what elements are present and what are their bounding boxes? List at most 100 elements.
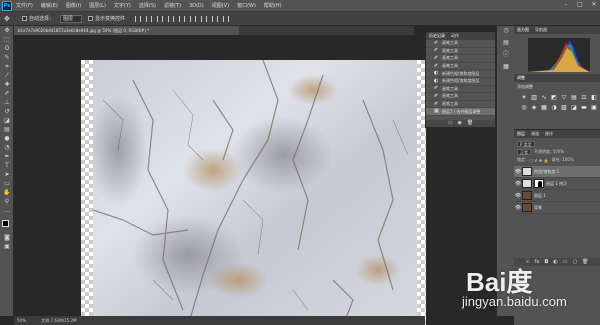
menu-image[interactable]: 图像(I) (66, 2, 81, 9)
menu-layer[interactable]: 图层(L) (89, 2, 106, 9)
auto-select-checkbox[interactable] (22, 16, 27, 21)
document-tab[interactable]: b1e7e7a9020b4d1857a3e0c8e944.jpg @ 50% (… (14, 26, 239, 35)
hue-saturation-icon[interactable]: ▤ (570, 94, 578, 102)
visibility-eye-icon[interactable]: 👁 (514, 205, 522, 211)
type-tool-icon[interactable]: T (0, 161, 14, 170)
brightness-icon[interactable]: ☀ (520, 94, 528, 102)
quick-select-tool-icon[interactable]: ✎ (0, 53, 14, 62)
eraser-tool-icon[interactable]: ◪ (0, 116, 14, 125)
move-tool-icon[interactable]: ✥ (4, 14, 16, 24)
more-tools-icon[interactable]: … (0, 206, 14, 215)
foreground-color-swatch[interactable] (2, 220, 9, 227)
marquee-tool-icon[interactable]: ⬚ (0, 35, 14, 44)
visibility-eye-icon[interactable]: 👁 (514, 181, 522, 187)
photo-filter-icon[interactable]: ◎ (520, 104, 528, 112)
channel-mixer-icon[interactable]: ◈ (530, 104, 538, 112)
quick-mask-icon[interactable]: ◙ (0, 233, 14, 242)
pen-tool-icon[interactable]: ✒ (0, 152, 14, 161)
path-select-tool-icon[interactable]: ➤ (0, 170, 14, 179)
tab-histogram[interactable]: 直方图 (517, 26, 529, 34)
selective-color-icon[interactable]: ▣ (590, 104, 598, 112)
tab-history[interactable]: 历史记录 (429, 32, 445, 40)
tab-adjustments[interactable]: 调整 (517, 74, 525, 82)
maximize-icon[interactable]: □ (576, 1, 584, 9)
opacity-field[interactable]: 不透明度: 100% (534, 149, 564, 155)
healing-brush-tool-icon[interactable]: ✚ (0, 80, 14, 89)
posterize-icon[interactable]: ▨ (560, 104, 568, 112)
invert-icon[interactable]: ◑ (550, 104, 558, 112)
history-brush-tool-icon[interactable]: ↺ (0, 107, 14, 116)
vibrance-icon[interactable]: ▽ (560, 94, 568, 102)
close-icon[interactable]: ✕ (590, 1, 598, 9)
layer-kind-filter[interactable]: P 类型 (517, 141, 535, 147)
move-tool-icon[interactable]: ✥ (0, 26, 14, 35)
menu-edit[interactable]: 编辑(E) (41, 2, 58, 9)
align-right-icon[interactable] (190, 15, 197, 22)
lasso-tool-icon[interactable]: ʘ (0, 44, 14, 53)
zoom-tool-icon[interactable]: ⚲ (0, 197, 14, 206)
auto-select-dropdown[interactable]: 图层 (60, 14, 83, 23)
tab-navigator[interactable]: 导航器 (535, 26, 547, 34)
menu-window[interactable]: 窗口(W) (237, 2, 256, 9)
color-swatches[interactable] (0, 219, 14, 233)
distribute-middle-icon[interactable] (212, 15, 219, 22)
align-top-icon[interactable] (135, 15, 142, 22)
color-balance-icon[interactable]: ⚖ (580, 94, 588, 102)
history-item[interactable]: ◐ 新建色相/饱和度图层 (426, 70, 495, 78)
menu-file[interactable]: 文件(F) (16, 2, 33, 9)
gradient-map-icon[interactable]: ▬ (580, 104, 588, 112)
align-center-icon[interactable] (179, 15, 186, 22)
curves-icon[interactable]: ∿ (540, 94, 548, 102)
fill-field[interactable]: 填充: 100% (552, 157, 574, 163)
swatches-panel-icon[interactable]: ▦ (497, 62, 515, 72)
layer-row[interactable]: 👁 图层 1 (514, 190, 600, 202)
history-item-selected[interactable]: ▦ 图层1 / 合并图层调整 (426, 108, 495, 116)
menu-3d[interactable]: 3D(D) (189, 3, 204, 9)
distribute-bottom-icon[interactable] (223, 15, 230, 22)
align-left-icon[interactable] (168, 15, 175, 22)
zoom-level[interactable]: 50% (17, 318, 26, 323)
menu-view[interactable]: 视图(V) (212, 2, 229, 9)
blend-mode-dropdown[interactable]: 正常 (517, 149, 531, 155)
levels-icon[interactable]: ▥ (530, 94, 538, 102)
history-item[interactable]: ✐ 画笔工具 (426, 55, 495, 63)
tab-paths[interactable]: 路径 (545, 130, 553, 138)
eyedropper-tool-icon[interactable]: ⁄ (0, 71, 14, 80)
properties-panel-icon[interactable]: ▤ (497, 38, 515, 48)
menu-type[interactable]: 文字(Y) (114, 2, 131, 9)
threshold-icon[interactable]: ◪ (570, 104, 578, 112)
distribute-top-icon[interactable] (201, 15, 208, 22)
menu-select[interactable]: 选择(S) (139, 2, 156, 9)
layer-row[interactable]: 👁 背景 (514, 202, 600, 214)
tab-layers[interactable]: 图层 (517, 130, 525, 138)
visibility-eye-icon[interactable]: 👁 (514, 169, 522, 175)
blur-tool-icon[interactable]: ● (0, 134, 14, 143)
camera-snapshot-icon[interactable]: ◉ (458, 120, 462, 127)
clone-stamp-tool-icon[interactable]: ⊥ (0, 98, 14, 107)
screen-mode-icon[interactable]: ▣ (0, 242, 14, 251)
new-document-from-state-icon[interactable]: ▭ (448, 120, 453, 127)
visibility-eye-icon[interactable]: 👁 (514, 193, 522, 199)
align-middle-icon[interactable] (146, 15, 153, 22)
info-panel-icon[interactable]: ⓘ (497, 50, 515, 60)
tab-channels[interactable]: 通道 (531, 130, 539, 138)
layer-row[interactable]: 👁 图层 1 拷贝 (514, 178, 600, 190)
gradient-tool-icon[interactable]: ▤ (0, 125, 14, 134)
history-item[interactable]: ✐ 画笔工具 (426, 93, 495, 101)
menu-filter[interactable]: 滤镜(T) (164, 2, 181, 9)
menu-help[interactable]: 帮助(H) (264, 2, 282, 9)
align-bottom-icon[interactable] (157, 15, 164, 22)
hand-tool-icon[interactable]: ✋ (0, 188, 14, 197)
tab-actions[interactable]: 动作 (451, 32, 459, 40)
history-panel-icon[interactable]: ◷ (497, 26, 515, 36)
layer-row-selected[interactable]: 👁 色相/饱和度 1 (514, 166, 600, 178)
exposure-icon[interactable]: ◩ (550, 94, 558, 102)
brush-tool-icon[interactable]: ✐ (0, 89, 14, 98)
document-canvas[interactable] (81, 60, 426, 325)
show-transform-checkbox[interactable] (88, 16, 94, 21)
dodge-tool-icon[interactable]: ◔ (0, 143, 14, 152)
shape-tool-icon[interactable]: ▭ (0, 179, 14, 188)
lock-icons[interactable]: ▢ ✐ ✥ 🔒 (529, 158, 548, 163)
crop-tool-icon[interactable]: ⌗ (0, 62, 14, 71)
minimize-icon[interactable]: – (562, 1, 570, 9)
